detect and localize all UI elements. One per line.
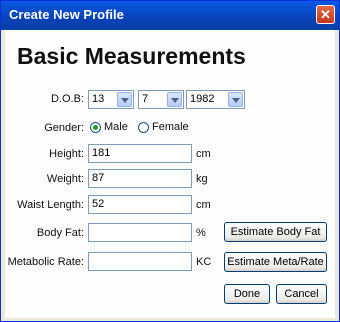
body-fat-unit: % xyxy=(196,227,206,239)
dialog-body: Basic Measurements D.O.B: 13 7 1982 Gend… xyxy=(5,30,335,318)
waist-unit: cm xyxy=(196,199,211,211)
dob-year-select[interactable]: 1982 xyxy=(186,90,245,109)
cancel-button[interactable]: Cancel xyxy=(276,284,327,304)
dob-day-value: 13 xyxy=(92,93,105,105)
gender-male-radio[interactable] xyxy=(90,122,101,133)
close-icon: ✕ xyxy=(320,7,331,22)
weight-unit: kg xyxy=(196,173,208,185)
close-button[interactable]: ✕ xyxy=(316,5,335,24)
weight-field[interactable]: 87 xyxy=(88,169,192,188)
dob-month-value: 7 xyxy=(142,93,149,105)
gender-female-label[interactable]: Female xyxy=(152,121,189,133)
dob-month-select[interactable]: 7 xyxy=(138,90,184,109)
metabolic-rate-unit: KC xyxy=(196,256,212,268)
gender-female-radio[interactable] xyxy=(138,122,149,133)
waist-field[interactable]: 52 xyxy=(88,195,192,214)
page-title: Basic Measurements xyxy=(17,43,246,69)
weight-label: Weight: xyxy=(46,173,84,185)
chevron-down-icon[interactable] xyxy=(167,92,182,107)
body-fat-label: Body Fat: xyxy=(36,227,84,239)
chevron-down-icon[interactable] xyxy=(228,92,243,107)
dob-label: D.O.B: xyxy=(50,93,84,105)
height-field[interactable]: 181 xyxy=(88,144,192,163)
dob-year-value: 1982 xyxy=(190,93,215,105)
window-title: Create New Profile xyxy=(9,7,124,22)
body-fat-field[interactable] xyxy=(88,223,192,242)
waist-label: Waist Length: xyxy=(17,199,84,211)
height-label: Height: xyxy=(49,148,84,160)
create-profile-window: Create New Profile ✕ Basic Measurements … xyxy=(0,0,340,322)
gender-label: Gender: xyxy=(44,122,84,134)
title-bar[interactable]: Create New Profile ✕ xyxy=(1,1,339,30)
metabolic-rate-field[interactable] xyxy=(88,252,192,271)
estimate-meta-rate-button[interactable]: Estimate Meta/Rate xyxy=(224,252,327,272)
metabolic-rate-label: Metabolic Rate: xyxy=(7,256,84,268)
gender-male-label[interactable]: Male xyxy=(104,121,128,133)
height-unit: cm xyxy=(196,148,211,160)
chevron-down-icon[interactable] xyxy=(117,92,132,107)
estimate-body-fat-button[interactable]: Estimate Body Fat xyxy=(224,222,327,242)
done-button[interactable]: Done xyxy=(224,284,270,304)
dob-day-select[interactable]: 13 xyxy=(88,90,134,109)
